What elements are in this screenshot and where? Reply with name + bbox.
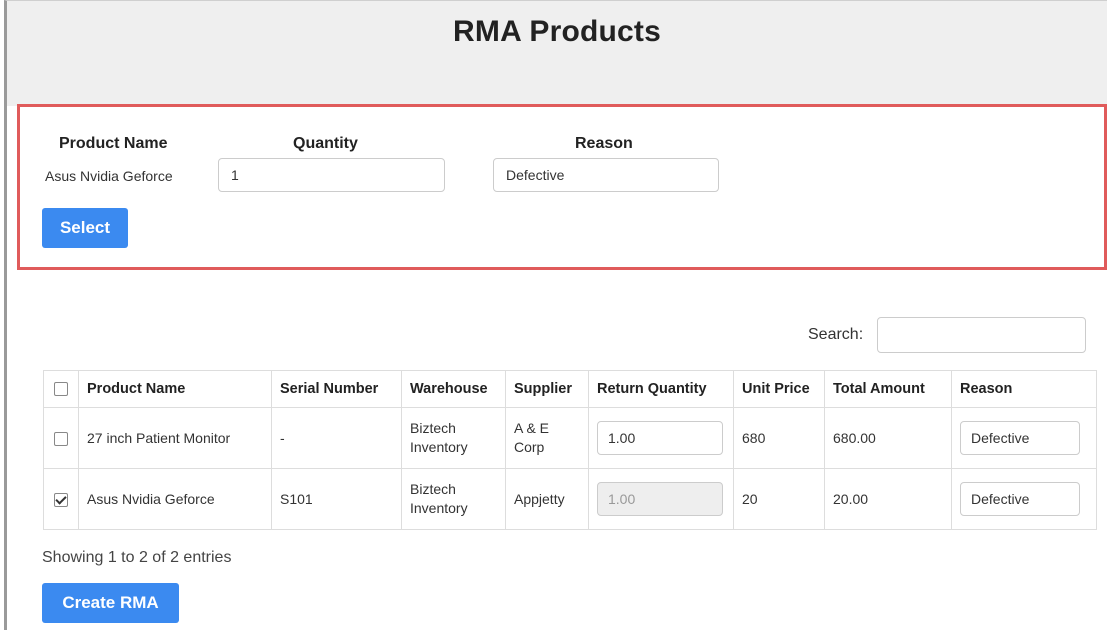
row-checkbox[interactable] (54, 492, 68, 507)
table-row: Asus Nvidia Geforce S101 Biztech Inventor… (43, 468, 1097, 530)
warehouse-line: Biztech (410, 420, 456, 436)
cell-warehouse: Biztech Inventory (401, 468, 506, 530)
select-all-checkbox[interactable] (54, 382, 68, 397)
page-title: RMA Products (453, 15, 661, 48)
cell-unit-price: 680 (733, 407, 825, 469)
column-header-product-name[interactable]: Product Name (78, 370, 272, 408)
header-band: RMA Products (7, 1, 1107, 106)
return-quantity-input[interactable] (597, 421, 723, 455)
column-header-reason[interactable]: Reason (951, 370, 1097, 408)
rma-table: Product Name Serial Number Warehouse Sup… (43, 370, 1097, 530)
panel-header-quantity: Quantity (293, 135, 358, 152)
table-info: Showing 1 to 2 of 2 entries (42, 549, 232, 566)
warehouse-line: Inventory (410, 500, 468, 516)
cell-product-name: Asus Nvidia Geforce (78, 468, 272, 530)
column-header-unit-price[interactable]: Unit Price (733, 370, 825, 408)
search-input[interactable] (877, 317, 1086, 353)
cell-reason (951, 407, 1097, 469)
cell-return-quantity (588, 468, 734, 530)
cell-reason (951, 468, 1097, 530)
warehouse-line: Inventory (410, 439, 468, 455)
cell-product-name: 27 inch Patient Monitor (78, 407, 272, 469)
cell-total-amount: 20.00 (824, 468, 952, 530)
quantity-input[interactable] (218, 158, 445, 192)
panel-header-product-name: Product Name (59, 135, 168, 152)
cell-serial-number: S101 (271, 468, 402, 530)
warehouse-line: Biztech (410, 481, 456, 497)
row-select-cell (43, 407, 79, 469)
column-header-supplier[interactable]: Supplier (505, 370, 589, 408)
select-button[interactable]: Select (42, 208, 128, 248)
cell-unit-price: 20 (733, 468, 825, 530)
cell-serial-number: - (271, 407, 402, 469)
cell-supplier: A & E Corp (505, 407, 589, 469)
column-header-serial-number[interactable]: Serial Number (271, 370, 402, 408)
search-label: Search: (808, 326, 864, 343)
cell-total-amount: 680.00 (824, 407, 952, 469)
row-reason-input[interactable] (960, 421, 1080, 455)
select-all-cell (43, 370, 79, 408)
cell-warehouse: Biztech Inventory (401, 407, 506, 469)
panel-product-name-value: Asus Nvidia Geforce (45, 168, 173, 184)
cell-supplier: Appjetty (505, 468, 589, 530)
panel-header-reason: Reason (575, 135, 633, 152)
create-rma-button[interactable]: Create RMA (42, 583, 179, 623)
reason-input[interactable] (493, 158, 719, 192)
column-header-return-quantity[interactable]: Return Quantity (588, 370, 734, 408)
cell-return-quantity (588, 407, 734, 469)
supplier-line: A & E (514, 420, 550, 436)
row-reason-input[interactable] (960, 482, 1080, 516)
table-header-row: Product Name Serial Number Warehouse Sup… (43, 370, 1097, 408)
row-select-cell (43, 468, 79, 530)
table-row: 27 inch Patient Monitor - Biztech Invento… (43, 407, 1097, 469)
column-header-total-amount[interactable]: Total Amount (824, 370, 952, 408)
supplier-line: Corp (514, 439, 545, 455)
row-checkbox[interactable] (54, 431, 68, 446)
column-header-warehouse[interactable]: Warehouse (401, 370, 506, 408)
return-quantity-input (597, 482, 723, 516)
